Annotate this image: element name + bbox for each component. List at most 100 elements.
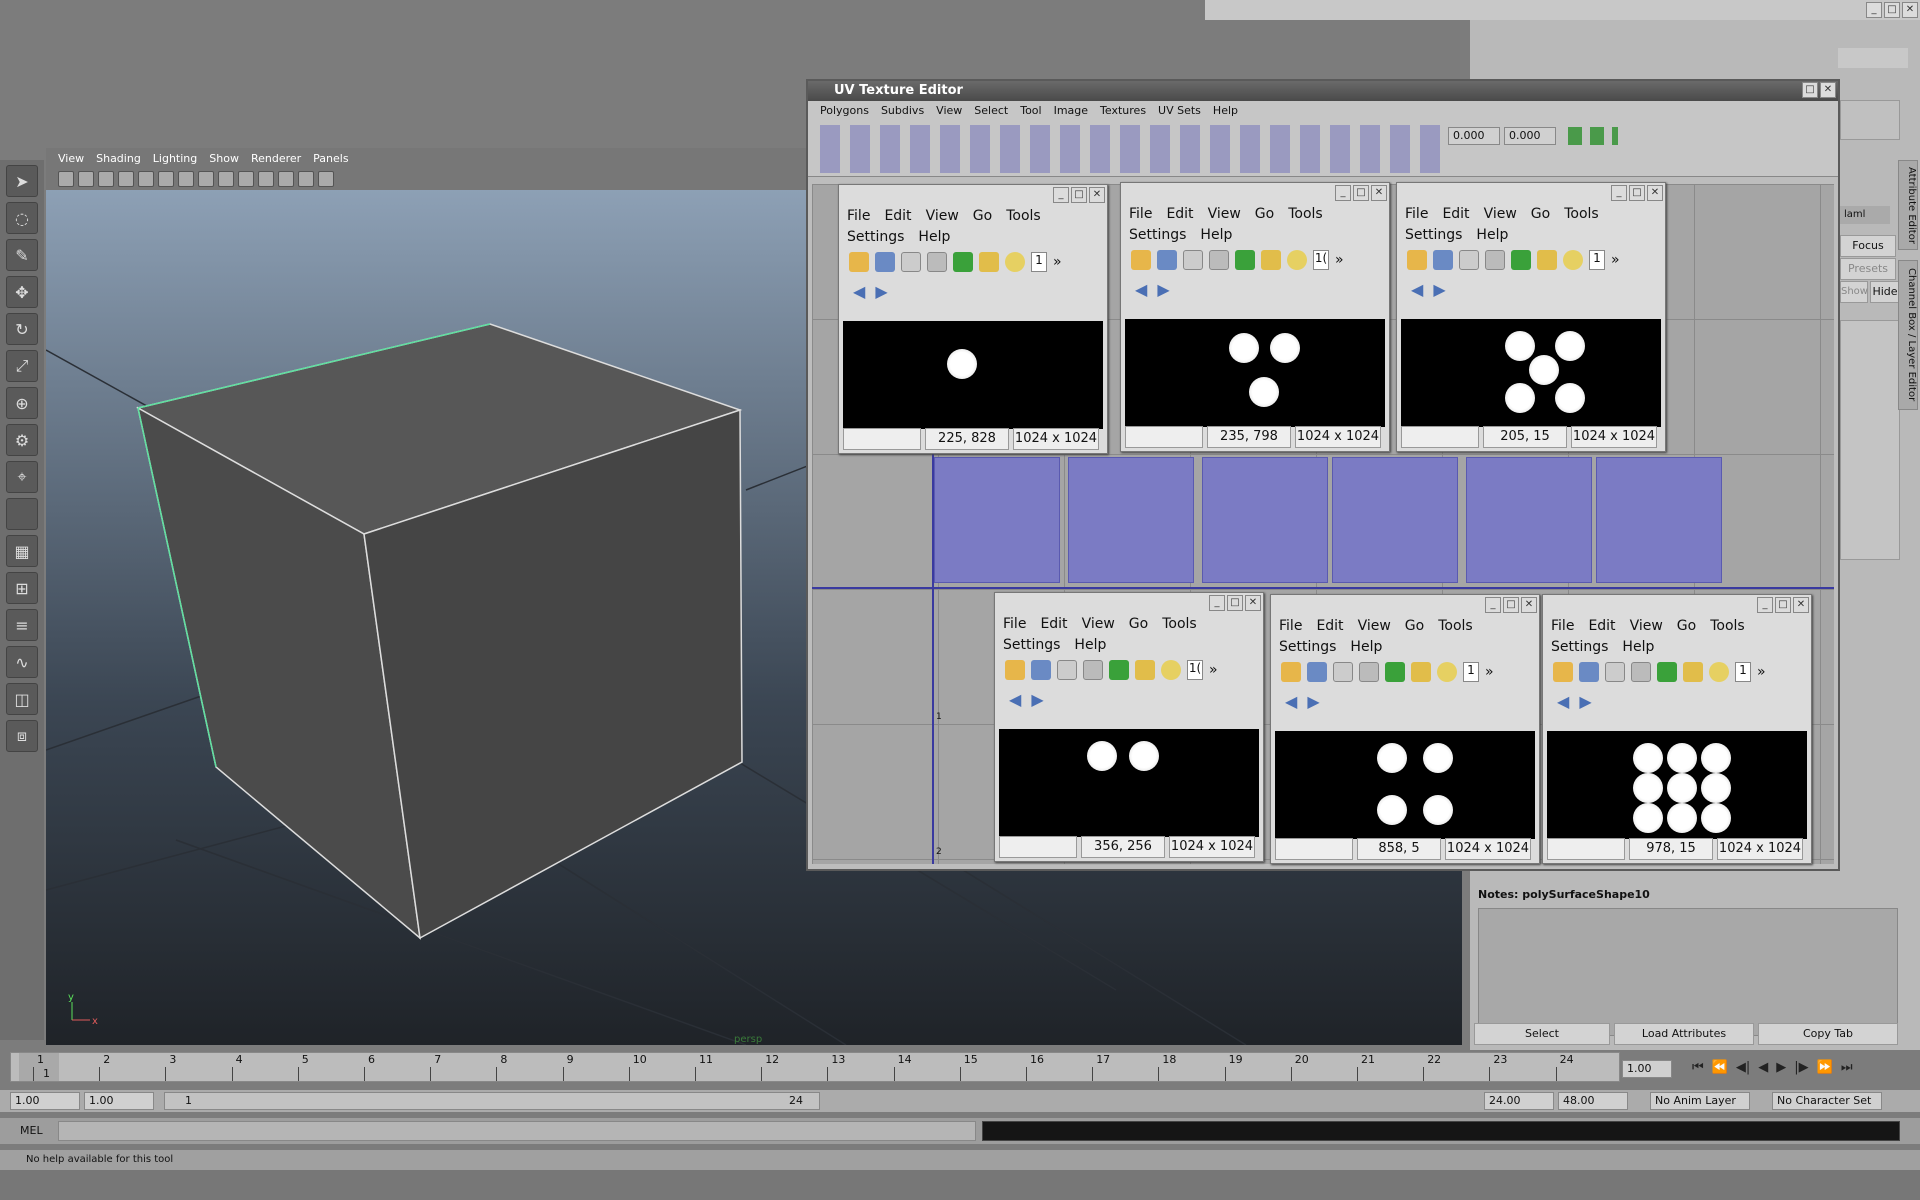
maximize-icon[interactable]: □ [1629,185,1645,201]
next-image-icon[interactable]: ▶ [1157,280,1169,299]
viewer-menu-item[interactable]: File [1129,206,1152,222]
layer-field[interactable]: laml [1840,206,1890,224]
zoom-field[interactable]: 1 [1735,662,1751,682]
textured-icon[interactable] [238,171,254,187]
paint-select-icon[interactable]: ✎ [6,239,38,271]
close-icon[interactable]: ✕ [1089,187,1105,203]
uv-transform-icons[interactable] [1568,127,1618,145]
go-to-end-icon[interactable]: ⏭ [1841,1060,1853,1075]
next-image-icon[interactable]: ▶ [875,282,887,301]
edit-icon[interactable] [1135,660,1155,680]
close-icon[interactable]: ✕ [1521,597,1537,613]
viewer-menu-item[interactable]: Go [973,208,992,224]
mel-input[interactable] [58,1121,976,1141]
zoom-icon[interactable] [1005,252,1025,272]
viewer-menu-item[interactable]: Help [918,229,950,245]
viewer-menu-item[interactable]: Settings [1003,637,1060,653]
viewer-menu-item[interactable]: Help [1476,227,1508,243]
maximize-icon[interactable]: □ [1071,187,1087,203]
previous-image-icon[interactable]: ◀ [1411,280,1423,299]
film-gate-icon[interactable] [158,171,174,187]
overflow-chevron-icon[interactable]: » [1209,662,1218,678]
previous-image-icon[interactable]: ◀ [1009,690,1021,709]
hypershade-layout-icon[interactable]: ◫ [6,683,38,715]
uv-close-icon[interactable]: ✕ [1820,82,1836,98]
play-forwards-icon[interactable]: ▶ [1776,1060,1786,1075]
edit-icon[interactable] [1261,250,1281,270]
end-time-field[interactable]: 48.00 [1558,1092,1628,1110]
previous-image-icon[interactable]: ◀ [1557,692,1569,711]
uv-maximize-icon[interactable]: □ [1802,82,1818,98]
minimize-icon[interactable]: _ [1611,185,1627,201]
viewer-menu-item[interactable]: View [1082,616,1115,632]
universal-manip-icon[interactable]: ⊕ [6,387,38,419]
viewer-menu-item[interactable]: View [1630,618,1663,634]
paste-icon[interactable] [1485,250,1505,270]
viewport-menu-shading[interactable]: Shading [96,152,141,165]
viewer-menu-item[interactable]: Tools [1288,206,1323,222]
single-perspective-layout-icon[interactable]: ▦ [6,535,38,567]
next-image-icon[interactable]: ▶ [1307,692,1319,711]
zoom-icon[interactable] [1709,662,1729,682]
edit-icon[interactable] [1411,662,1431,682]
uv-editor-titlebar[interactable]: UV Texture Editor □ ✕ [808,81,1838,101]
copy-icon[interactable] [1057,660,1077,680]
viewer-menu-item[interactable]: View [1208,206,1241,222]
viewer-menu-item[interactable]: View [926,208,959,224]
zoom-field[interactable]: 1( [1313,250,1329,270]
overflow-chevron-icon[interactable]: » [1757,664,1766,680]
image-canvas[interactable] [843,321,1103,429]
uv-menu-view[interactable]: View [936,104,962,117]
minimize-icon[interactable]: _ [1757,597,1773,613]
select-button[interactable]: Select [1474,1023,1610,1045]
uv-menu-textures[interactable]: Textures [1100,104,1146,117]
viewer-menu-item[interactable]: Settings [1551,639,1608,655]
copy-icon[interactable] [1333,662,1353,682]
edit-icon[interactable] [1683,662,1703,682]
close-icon[interactable]: ✕ [1647,185,1663,201]
focus-button[interactable]: Focus [1840,235,1896,257]
overflow-chevron-icon[interactable]: » [1335,252,1344,268]
time-slider[interactable]: 1 1 2 3 4 5 6 7 8 9 10 11 12 13 14 15 16 17 18 19 20 21 22 23 2… [10,1052,1620,1082]
soft-mod-icon[interactable]: ⚙ [6,424,38,456]
isolate-icon[interactable] [318,171,334,187]
go-to-start-icon[interactable]: ⏮ [1692,1060,1704,1075]
zoom-icon[interactable] [1437,662,1457,682]
image-canvas[interactable] [1401,319,1661,427]
uv-tile[interactable] [934,457,1060,583]
uv-tool-icons[interactable] [820,125,1440,173]
overflow-chevron-icon[interactable]: » [1611,252,1620,268]
v-coordinate-field[interactable]: 0.000 [1504,127,1556,145]
maximize-icon[interactable]: □ [1775,597,1791,613]
previous-image-icon[interactable]: ◀ [1135,280,1147,299]
viewer-menu-item[interactable]: Go [1255,206,1274,222]
viewer-menu-item[interactable]: Tools [1162,616,1197,632]
viewer-menu-item[interactable]: Edit [1442,206,1469,222]
notes-textarea[interactable] [1478,908,1898,1036]
start-time-field[interactable]: 1.00 [10,1092,80,1110]
minimize-icon[interactable]: _ [1485,597,1501,613]
viewer-menu-item[interactable]: Help [1350,639,1382,655]
rotate-tool-icon[interactable]: ↻ [6,313,38,345]
playback-end-field[interactable]: 24.00 [1484,1092,1554,1110]
zoom-field[interactable]: 1 [1031,252,1047,272]
print-icon[interactable] [1433,250,1453,270]
zoom-icon[interactable] [1287,250,1307,270]
viewer-menu-item[interactable]: Settings [1279,639,1336,655]
uv-tile[interactable] [1332,457,1458,583]
uv-tile[interactable] [1068,457,1194,583]
zoom-field[interactable]: 1 [1463,662,1479,682]
viewer-menu-item[interactable]: Settings [1129,227,1186,243]
paste-icon[interactable] [1083,660,1103,680]
current-time-field[interactable]: 1.00 [1622,1060,1672,1078]
next-image-icon[interactable]: ▶ [1031,690,1043,709]
viewer-menu-item[interactable]: Help [1622,639,1654,655]
refresh-icon[interactable] [1385,662,1405,682]
close-icon[interactable]: ✕ [1902,2,1918,18]
zoom-icon[interactable] [1161,660,1181,680]
viewport-menu-renderer[interactable]: Renderer [251,152,301,165]
copy-icon[interactable] [901,252,921,272]
bookmark-icon[interactable] [98,171,114,187]
viewer-menu-item[interactable]: Tools [1006,208,1041,224]
viewer-menu-item[interactable]: Settings [847,229,904,245]
